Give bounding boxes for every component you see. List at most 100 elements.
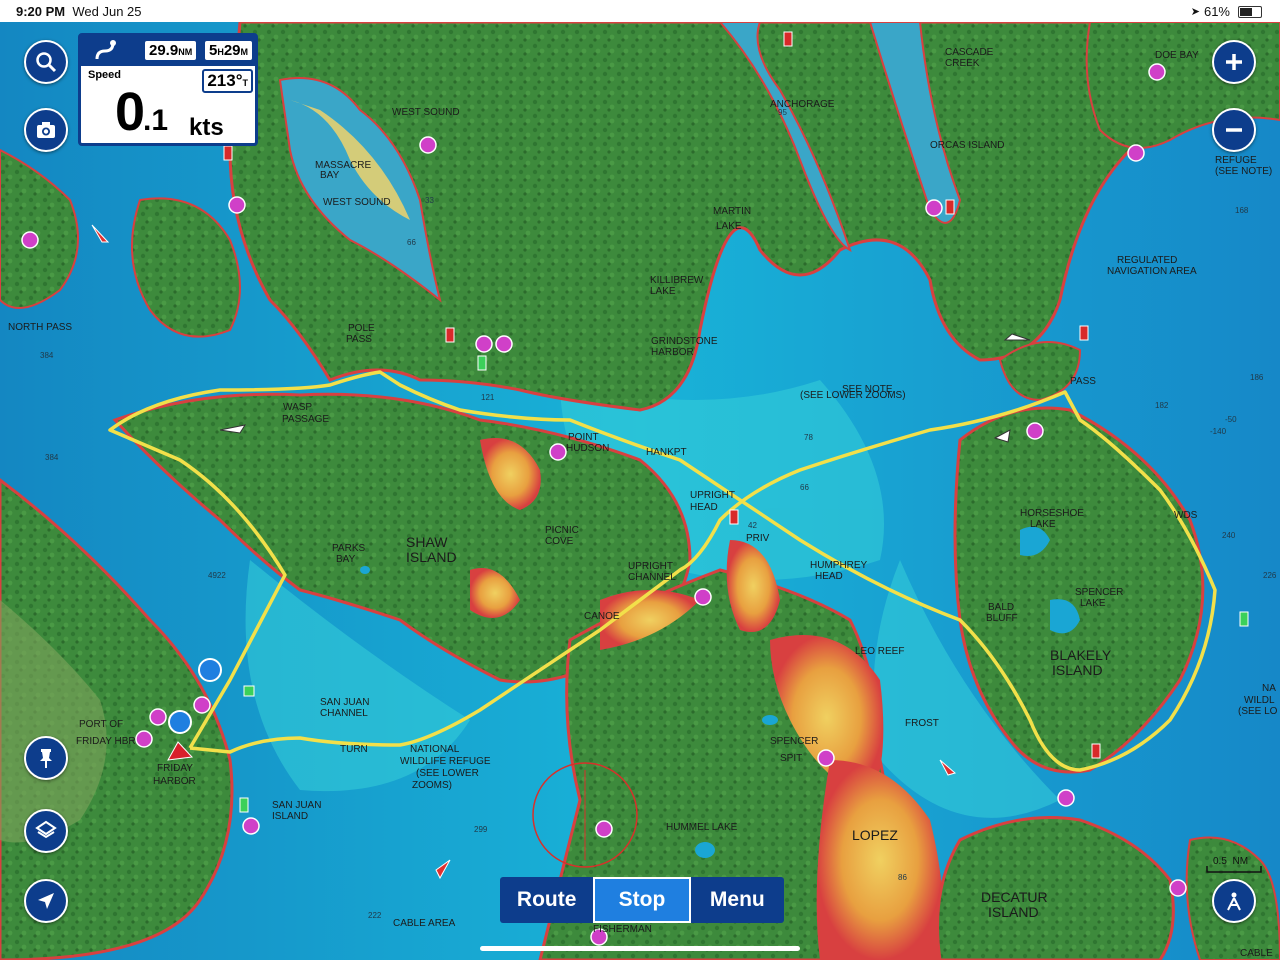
svg-text:NA: NA [1262, 683, 1276, 694]
svg-text:ORCAS ISLAND: ORCAS ISLAND [930, 140, 1004, 151]
svg-text:LAKE: LAKE [1030, 519, 1056, 530]
location-icon: ➤ [1190, 6, 1200, 18]
dashboard-panel[interactable]: 29.9NM 5H29M Speed 213°T 0.1 kts [78, 33, 258, 146]
svg-text:NATIONAL: NATIONAL [410, 744, 460, 755]
camera-button[interactable] [24, 108, 68, 152]
svg-text:LAKE: LAKE [716, 221, 742, 232]
svg-text:HORSESHOE: HORSESHOE [1020, 508, 1084, 519]
svg-text:33: 33 [425, 196, 434, 205]
svg-text:-140: -140 [1210, 427, 1227, 436]
route-button[interactable]: Route [500, 877, 593, 923]
svg-text:86: 86 [898, 873, 907, 882]
svg-text:186: 186 [1250, 373, 1264, 382]
svg-text:HUMPHREY: HUMPHREY [810, 560, 868, 571]
home-indicator[interactable] [480, 946, 800, 951]
svg-text:42: 42 [748, 521, 757, 530]
svg-text:-50: -50 [1225, 415, 1237, 424]
svg-text:POLE: POLE [348, 323, 375, 334]
svg-text:PRIV: PRIV [746, 533, 770, 544]
svg-text:DOE BAY: DOE BAY [1155, 50, 1199, 61]
battery-icon [1238, 5, 1262, 18]
svg-text:CHANNEL: CHANNEL [320, 708, 368, 719]
svg-text:LAKE: LAKE [650, 286, 676, 297]
plus-icon [1226, 54, 1242, 70]
svg-text:REFUGE: REFUGE [1215, 155, 1257, 166]
svg-text:BAY: BAY [336, 554, 356, 565]
svg-text:MARTIN: MARTIN [713, 206, 751, 217]
svg-text:WEST SOUND: WEST SOUND [392, 107, 460, 118]
svg-text:CHANNEL: CHANNEL [628, 572, 676, 583]
svg-text:HUDSON: HUDSON [566, 443, 609, 454]
svg-text:(SEE LO: (SEE LO [1238, 706, 1278, 717]
svg-text:UPRIGHT: UPRIGHT [628, 561, 673, 572]
svg-text:ISLAND: ISLAND [988, 904, 1039, 920]
svg-text:SAN JUAN: SAN JUAN [272, 800, 321, 811]
svg-text:WEST SOUND: WEST SOUND [323, 197, 391, 208]
svg-text:CABLE: CABLE [1240, 948, 1273, 959]
svg-text:222: 222 [368, 911, 382, 920]
heading-readout: 213°T [202, 69, 253, 93]
status-bar: 9:20 PM Wed Jun 25 ➤ 61% [0, 0, 1280, 22]
bottom-toolbar: Route Stop Menu [500, 877, 784, 923]
svg-text:BAY: BAY [320, 170, 340, 181]
svg-text:CANOE: CANOE [584, 611, 620, 622]
svg-text:66: 66 [800, 483, 809, 492]
svg-text:WDS: WDS [1174, 510, 1198, 521]
north-up-icon [1227, 892, 1241, 911]
svg-text:FRIDAY: FRIDAY [157, 763, 193, 774]
zoom-in-button[interactable] [1212, 40, 1256, 84]
svg-text:CASCADE: CASCADE [945, 47, 994, 58]
svg-text:(SEE NOTE): (SEE NOTE) [1215, 166, 1272, 177]
dashboard-header: 29.9NM 5H29M [81, 36, 255, 66]
svg-text:95: 95 [778, 108, 787, 117]
speed-label: Speed [88, 69, 122, 81]
svg-text:240: 240 [1222, 531, 1236, 540]
svg-text:CABLE AREA: CABLE AREA [393, 918, 456, 929]
search-button[interactable] [24, 40, 68, 84]
search-icon [36, 52, 57, 73]
navigation-arrow-icon [38, 893, 54, 909]
svg-text:ZOOMS): ZOOMS) [412, 780, 452, 791]
svg-text:HANKPT: HANKPT [646, 447, 687, 458]
svg-text:(SEE LOWER: (SEE LOWER [416, 768, 479, 779]
menu-button[interactable]: Menu [691, 877, 784, 923]
svg-text:WILDLIFE REFUGE: WILDLIFE REFUGE [400, 756, 491, 767]
svg-text:168: 168 [1235, 206, 1249, 215]
svg-text:121: 121 [481, 393, 495, 402]
zoom-out-button[interactable] [1212, 108, 1256, 152]
svg-text:FRIDAY HBR: FRIDAY HBR [76, 736, 136, 747]
svg-text:COVE: COVE [545, 536, 574, 547]
svg-text:NAVIGATION AREA: NAVIGATION AREA [1107, 266, 1197, 277]
svg-text:REGULATED: REGULATED [1117, 255, 1177, 266]
svg-text:FROST: FROST [905, 718, 939, 729]
svg-text:PASS: PASS [346, 334, 372, 345]
svg-text:POINT: POINT [568, 432, 599, 443]
layers-button[interactable] [24, 809, 68, 853]
svg-text:78: 78 [804, 433, 813, 442]
svg-text:SPENCER: SPENCER [1075, 587, 1123, 598]
svg-text:SHAW: SHAW [406, 534, 448, 550]
svg-text:299: 299 [474, 825, 488, 834]
scale-bar: 0.5 NM [1205, 856, 1265, 873]
svg-text:DECATUR: DECATUR [981, 889, 1048, 905]
nautical-chart[interactable]: WEST SOUND MASSACRE BAY WEST SOUND ANCHO… [0, 22, 1280, 960]
camera-icon [37, 122, 55, 138]
orientation-button[interactable] [1212, 879, 1256, 923]
svg-text:226: 226 [1263, 571, 1277, 580]
time-remaining: 5H29M [205, 41, 253, 60]
svg-text:NORTH PASS: NORTH PASS [8, 322, 72, 333]
svg-text:FISHERMAN: FISHERMAN [593, 924, 652, 935]
navigate-button[interactable] [24, 879, 68, 923]
svg-text:GRINDSTONE: GRINDSTONE [651, 336, 718, 347]
svg-text:HUMMEL LAKE: HUMMEL LAKE [666, 822, 738, 833]
status-right: ➤ 61% [1191, 4, 1262, 19]
svg-text:LEO REEF: LEO REEF [855, 646, 904, 657]
svg-text:66: 66 [407, 238, 416, 247]
speed-value: 0.1 [115, 82, 169, 142]
stop-button[interactable]: Stop [593, 877, 691, 923]
svg-text:PORT OF: PORT OF [79, 719, 123, 730]
svg-text:LOPEZ: LOPEZ [852, 827, 898, 843]
svg-text:SAN JUAN: SAN JUAN [320, 697, 369, 708]
pin-button[interactable] [24, 736, 68, 780]
speed-unit: kts [189, 114, 224, 141]
